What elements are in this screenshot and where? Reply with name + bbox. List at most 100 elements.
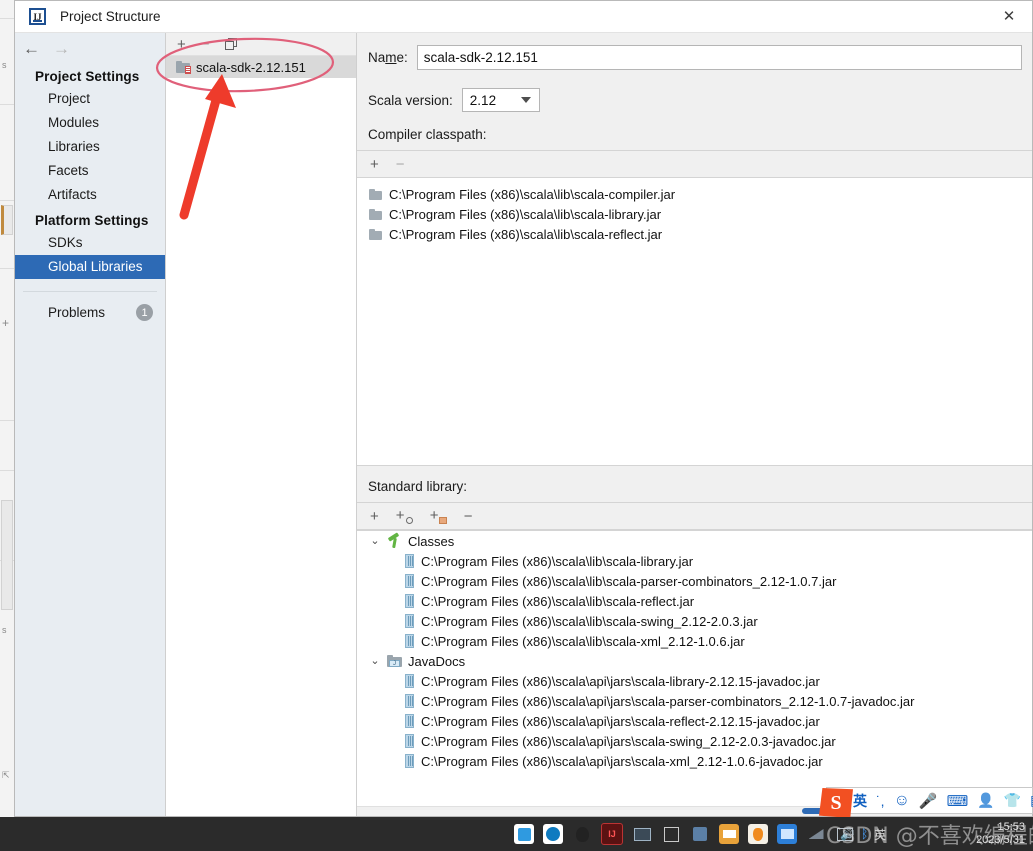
- chevron-down-icon[interactable]: ⌄: [369, 655, 381, 667]
- nav-history-controls: ← →: [15, 33, 165, 63]
- security-shield-icon[interactable]: [690, 824, 710, 844]
- standard-library-label: Standard library:: [368, 479, 468, 494]
- back-arrow-icon[interactable]: ←: [23, 40, 40, 57]
- window-title: Project Structure: [60, 9, 161, 24]
- ime-lang-icon[interactable]: 英: [874, 826, 886, 843]
- jar-icon: [405, 574, 414, 588]
- user-icon[interactable]: 👤: [977, 792, 994, 809]
- standard-library-toolbar: + + + −: [357, 502, 1032, 530]
- tree-item[interactable]: C:\Program Files (x86)\scala\lib\scala-p…: [357, 571, 1032, 591]
- tree-item[interactable]: C:\Program Files (x86)\scala\api\jars\sc…: [357, 691, 1032, 711]
- edge-icon[interactable]: [543, 824, 563, 844]
- javadoc-folder-icon: J: [387, 655, 402, 667]
- add-classpath-icon[interactable]: +: [370, 157, 379, 172]
- bluetooth-icon[interactable]: ᛒ: [861, 827, 868, 841]
- scala-version-select[interactable]: 2.12: [461, 88, 540, 112]
- clock-time: 15:53: [997, 821, 1025, 833]
- ime-language-toggle[interactable]: 英: [853, 791, 867, 811]
- tree-item[interactable]: C:\Program Files (x86)\scala\lib\scala-l…: [357, 551, 1032, 571]
- tree-group-classes[interactable]: ⌄ Classes: [357, 531, 1032, 551]
- folder-icon: [369, 208, 382, 220]
- sidebar-item-problems[interactable]: Problems 1: [15, 302, 165, 323]
- copy-library-icon[interactable]: [224, 38, 237, 50]
- sogou-ime-toolbar: S 英 ˙, ☺ 🎤 ⌨ 👤 👕 ▦: [819, 787, 1033, 818]
- intellij-icon[interactable]: IJ: [601, 823, 623, 845]
- list-item[interactable]: scala-sdk-2.12.151: [166, 56, 356, 78]
- network-off-icon[interactable]: [806, 824, 826, 844]
- monitor-icon[interactable]: [777, 824, 797, 844]
- tree-item[interactable]: C:\Program Files (x86)\scala\api\jars\sc…: [357, 671, 1032, 691]
- keyboard-icon[interactable]: ⌨: [947, 792, 969, 810]
- remove-root-icon[interactable]: −: [464, 509, 473, 524]
- tree-group-label: JavaDocs: [408, 653, 466, 669]
- settings-sidebar: ← → Project Settings Project Modules Lib…: [15, 33, 165, 816]
- list-item-label: C:\Program Files (x86)\scala\lib\scala-r…: [389, 226, 663, 242]
- scala-version-label: Scala version:: [368, 92, 453, 108]
- sidebar-item-libraries[interactable]: Libraries: [15, 135, 165, 159]
- jar-icon: [405, 554, 414, 568]
- sidebar-item-sdks[interactable]: SDKs: [15, 231, 165, 255]
- remote-desktop-icon[interactable]: [632, 824, 652, 844]
- sidebar-item-artifacts[interactable]: Artifacts: [15, 183, 165, 207]
- emoji-icon[interactable]: ☺: [894, 792, 910, 810]
- sogou-logo-icon[interactable]: S: [819, 788, 853, 818]
- compiler-classpath-list[interactable]: C:\Program Files (x86)\scala\lib\scala-c…: [357, 178, 1032, 466]
- sidebar-item-facets[interactable]: Facets: [15, 159, 165, 183]
- tree-item[interactable]: C:\Program Files (x86)\scala\api\jars\sc…: [357, 751, 1032, 771]
- taskbar-tray: 🔊 ᛒ 英: [840, 817, 886, 851]
- add-sources-root-icon[interactable]: +: [430, 508, 447, 524]
- dialog-body: ← → Project Settings Project Modules Lib…: [15, 33, 1032, 816]
- sidebar-item-modules[interactable]: Modules: [15, 111, 165, 135]
- qq-icon[interactable]: [572, 824, 592, 844]
- jar-icon: [405, 754, 414, 768]
- chevron-down-icon[interactable]: ⌄: [369, 535, 381, 547]
- skin-icon[interactable]: 👕: [1004, 792, 1021, 809]
- name-input[interactable]: scala-sdk-2.12.151: [416, 45, 1022, 70]
- jar-icon: [405, 694, 414, 708]
- sidebar-divider: [23, 291, 157, 292]
- window-copy-icon[interactable]: [661, 824, 681, 844]
- remove-library-icon[interactable]: −: [201, 37, 210, 52]
- list-item[interactable]: C:\Program Files (x86)\scala\lib\scala-r…: [357, 224, 1032, 244]
- forward-arrow-icon[interactable]: →: [53, 40, 70, 57]
- list-item-label: scala-sdk-2.12.151: [196, 59, 306, 75]
- screen: s + s ⇱ IJ Project Structure ✕ ← → Proje…: [0, 0, 1033, 851]
- taskbar-clock[interactable]: 15:53 2023/5/31: [976, 817, 1025, 851]
- list-item-label: C:\Program Files (x86)\scala\lib\scala-c…: [389, 186, 676, 202]
- list-item[interactable]: C:\Program Files (x86)\scala\lib\scala-l…: [357, 204, 1032, 224]
- tree-group-label: Classes: [408, 533, 455, 549]
- remove-classpath-icon[interactable]: −: [396, 157, 405, 172]
- sidebar-group-platform-settings: Platform Settings: [35, 213, 149, 228]
- clock-date: 2023/5/31: [976, 834, 1025, 846]
- tree-group-javadocs[interactable]: ⌄ J JavaDocs: [357, 651, 1032, 671]
- tree-item-label: C:\Program Files (x86)\scala\api\jars\sc…: [421, 733, 836, 749]
- sidebar-item-project[interactable]: Project: [15, 87, 165, 111]
- tree-item[interactable]: C:\Program Files (x86)\scala\lib\scala-s…: [357, 611, 1032, 631]
- ime-punctuation-icon[interactable]: ˙,: [876, 793, 885, 809]
- standard-library-tree[interactable]: ⌄ Classes C:\Program Files (x86)\scala\l…: [357, 530, 1032, 806]
- scala-version-value: 2.12: [469, 92, 497, 108]
- title-bar: IJ Project Structure ✕: [15, 1, 1032, 33]
- telegram-icon[interactable]: [514, 824, 534, 844]
- add-classes-root-icon[interactable]: +: [396, 508, 413, 524]
- firewall-flame-icon[interactable]: [748, 824, 768, 844]
- add-root-icon[interactable]: +: [370, 509, 379, 524]
- tree-item-label: C:\Program Files (x86)\scala\lib\scala-r…: [421, 593, 695, 609]
- list-item[interactable]: C:\Program Files (x86)\scala\lib\scala-c…: [357, 184, 1032, 204]
- scala-sdk-icon: [176, 61, 191, 74]
- tree-item[interactable]: C:\Program Files (x86)\scala\api\jars\sc…: [357, 711, 1032, 731]
- mic-icon[interactable]: 🎤: [919, 792, 938, 810]
- tree-item[interactable]: C:\Program Files (x86)\scala\lib\scala-r…: [357, 591, 1032, 611]
- sidebar-item-global-libraries[interactable]: Global Libraries: [15, 255, 165, 279]
- compiler-classpath-row: Compiler classpath:: [368, 126, 1022, 144]
- tree-item[interactable]: C:\Program Files (x86)\scala\lib\scala-x…: [357, 631, 1032, 651]
- compiler-classpath-toolbar: + −: [357, 150, 1032, 178]
- explorer-window-icon[interactable]: [719, 824, 739, 844]
- add-library-icon[interactable]: +: [177, 37, 186, 52]
- project-structure-dialog: IJ Project Structure ✕ ← → Project Setti…: [14, 0, 1033, 817]
- tree-item[interactable]: C:\Program Files (x86)\scala\api\jars\sc…: [357, 731, 1032, 751]
- detail-form: Name: scala-sdk-2.12.151 Scala version: …: [357, 33, 1032, 150]
- compiler-classpath-label: Compiler classpath:: [368, 127, 487, 142]
- close-icon[interactable]: ✕: [986, 1, 1032, 31]
- volume-icon[interactable]: 🔊: [840, 827, 855, 841]
